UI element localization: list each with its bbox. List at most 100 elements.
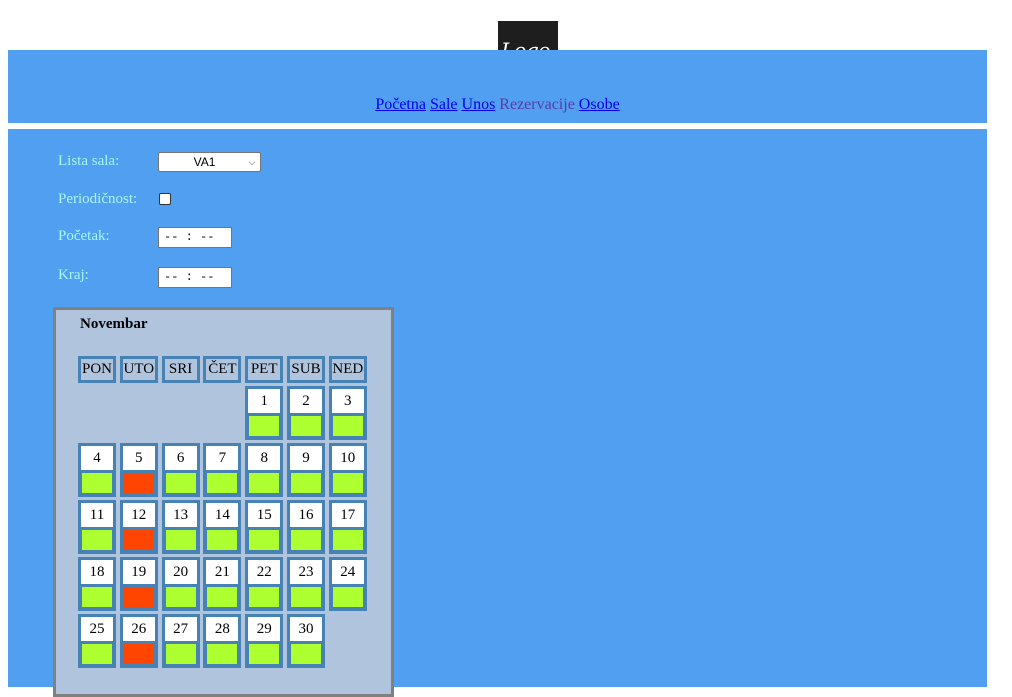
calendar: Novembar PON UTO SRI ČET PET SUB NED 1 2 3 4 5 6 7 8 9 1… bbox=[53, 307, 394, 697]
calendar-day[interactable]: 2 bbox=[287, 386, 325, 440]
calendar-day[interactable]: 21 bbox=[203, 557, 242, 611]
day-status-free bbox=[332, 587, 363, 607]
day-status-free bbox=[291, 644, 321, 664]
day-number: 25 bbox=[81, 617, 113, 641]
day-status-free bbox=[207, 473, 238, 493]
day-number: 22 bbox=[248, 560, 281, 584]
main-panel: Lista sala: VA1 ⌵ Periodičnost: Početak:… bbox=[8, 129, 987, 697]
day-status-free bbox=[249, 530, 280, 550]
day-status-free bbox=[291, 473, 321, 493]
day-number: 30 bbox=[290, 617, 322, 641]
calendar-day[interactable]: 22 bbox=[245, 557, 284, 611]
day-status-free bbox=[249, 473, 280, 493]
calendar-day[interactable]: 11 bbox=[78, 500, 116, 554]
hall-label: Lista sala: bbox=[58, 153, 120, 169]
day-number: 16 bbox=[290, 503, 322, 527]
day-number: 19 bbox=[122, 560, 155, 584]
calendar-day[interactable]: 16 bbox=[287, 500, 325, 554]
day-number: 9 bbox=[290, 446, 322, 470]
end-label: Kraj: bbox=[58, 267, 89, 283]
calendar-day[interactable]: 18 bbox=[78, 557, 116, 611]
day-number: 1 bbox=[248, 389, 281, 413]
calendar-day[interactable]: 17 bbox=[328, 500, 367, 554]
calendar-day[interactable]: 10 bbox=[328, 443, 367, 497]
calendar-day[interactable]: 13 bbox=[161, 500, 200, 554]
calendar-day[interactable]: 29 bbox=[245, 614, 284, 668]
calendar-day[interactable]: 25 bbox=[78, 614, 116, 668]
day-number: 28 bbox=[206, 617, 239, 641]
start-time-input[interactable]: -- : -- bbox=[158, 227, 232, 248]
weekday-header: UTO bbox=[119, 356, 158, 383]
day-status-free bbox=[165, 644, 196, 664]
day-status-free bbox=[82, 644, 112, 664]
end-time-input[interactable]: -- : -- bbox=[158, 267, 232, 288]
day-status-free bbox=[165, 587, 196, 607]
day-number: 6 bbox=[164, 446, 197, 470]
day-number: 4 bbox=[81, 446, 113, 470]
calendar-day[interactable]: 28 bbox=[203, 614, 242, 668]
weekday-header: SUB bbox=[287, 356, 325, 383]
calendar-day[interactable]: 26 bbox=[119, 614, 158, 668]
nav-unos[interactable]: Unos bbox=[462, 96, 496, 113]
main-nav: Početna Sale Unos Rezervacije Osobe bbox=[8, 96, 987, 114]
calendar-day[interactable]: 24 bbox=[328, 557, 367, 611]
day-number: 21 bbox=[206, 560, 239, 584]
day-number: 8 bbox=[248, 446, 281, 470]
calendar-day[interactable]: 4 bbox=[78, 443, 116, 497]
calendar-day[interactable]: 14 bbox=[203, 500, 242, 554]
day-status-free bbox=[291, 530, 321, 550]
day-status-free bbox=[249, 644, 280, 664]
nav-pocetna[interactable]: Početna bbox=[375, 96, 426, 113]
day-status-free bbox=[82, 473, 112, 493]
day-status-free bbox=[332, 416, 363, 436]
day-number: 2 bbox=[290, 389, 322, 413]
nav-rezervacije[interactable]: Rezervacije bbox=[499, 96, 575, 113]
day-status-reserved bbox=[123, 530, 154, 550]
day-status-free bbox=[249, 416, 280, 436]
day-status-free bbox=[332, 473, 363, 493]
day-number: 5 bbox=[122, 446, 155, 470]
day-status-reserved bbox=[123, 644, 154, 664]
calendar-day[interactable]: 19 bbox=[119, 557, 158, 611]
header-bar: Početna Sale Unos Rezervacije Osobe bbox=[8, 50, 987, 123]
calendar-day[interactable]: 3 bbox=[328, 386, 367, 440]
calendar-day[interactable]: 9 bbox=[287, 443, 325, 497]
day-status-free bbox=[332, 530, 363, 550]
day-number: 29 bbox=[248, 617, 281, 641]
day-number: 27 bbox=[164, 617, 197, 641]
calendar-day[interactable]: 12 bbox=[119, 500, 158, 554]
day-status-reserved bbox=[123, 587, 154, 607]
calendar-day[interactable]: 7 bbox=[203, 443, 242, 497]
day-number: 20 bbox=[164, 560, 197, 584]
calendar-day[interactable]: 30 bbox=[287, 614, 325, 668]
calendar-day[interactable]: 1 bbox=[245, 386, 284, 440]
weekday-header: PON bbox=[78, 356, 116, 383]
weekday-header: SRI bbox=[161, 356, 200, 383]
calendar-month: Novembar bbox=[80, 316, 148, 332]
calendar-day[interactable]: 27 bbox=[161, 614, 200, 668]
periodic-label: Periodičnost: bbox=[58, 191, 138, 207]
calendar-day[interactable]: 8 bbox=[245, 443, 284, 497]
calendar-day[interactable]: 20 bbox=[161, 557, 200, 611]
chevron-down-icon: ⌵ bbox=[248, 156, 256, 167]
day-number: 7 bbox=[206, 446, 239, 470]
periodic-checkbox[interactable] bbox=[159, 193, 171, 205]
nav-sale[interactable]: Sale bbox=[430, 96, 458, 113]
day-number: 3 bbox=[331, 389, 364, 413]
day-status-free bbox=[249, 587, 280, 607]
day-status-free bbox=[82, 587, 112, 607]
calendar-day[interactable]: 5 bbox=[119, 443, 158, 497]
day-status-free bbox=[165, 473, 196, 493]
day-number: 17 bbox=[331, 503, 364, 527]
calendar-day[interactable]: 15 bbox=[245, 500, 284, 554]
calendar-day[interactable]: 23 bbox=[287, 557, 325, 611]
day-status-free bbox=[207, 530, 238, 550]
day-number: 12 bbox=[122, 503, 155, 527]
day-number: 10 bbox=[331, 446, 364, 470]
day-number: 15 bbox=[248, 503, 281, 527]
hall-select[interactable]: VA1 ⌵ bbox=[158, 152, 261, 172]
weekday-header: PET bbox=[245, 356, 284, 383]
calendar-day[interactable]: 6 bbox=[161, 443, 200, 497]
nav-osobe[interactable]: Osobe bbox=[579, 96, 620, 113]
day-number: 23 bbox=[290, 560, 322, 584]
